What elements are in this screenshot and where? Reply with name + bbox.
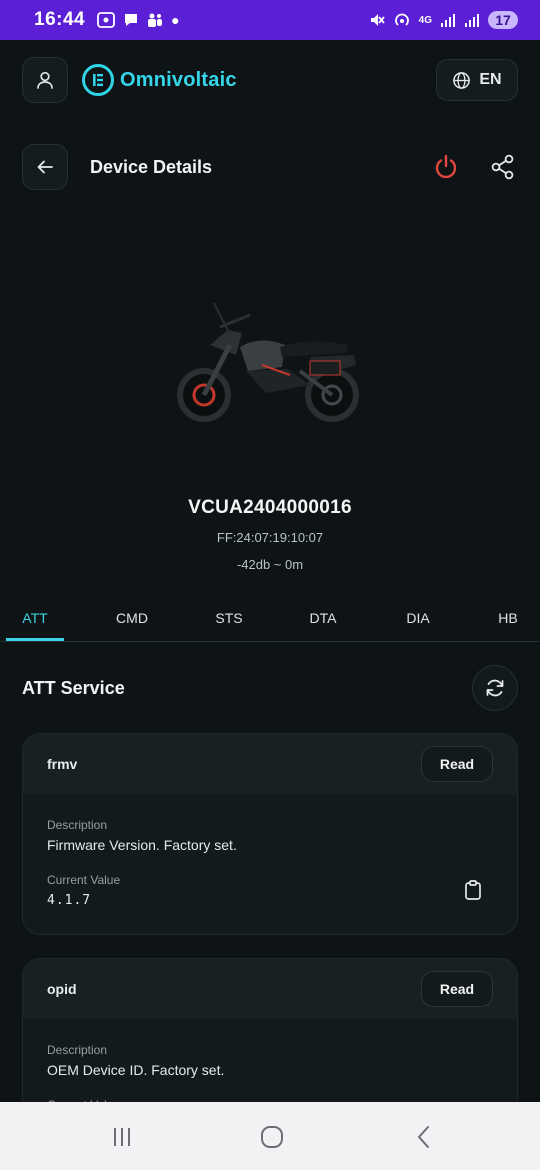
device-id: VCUA2404000016 [188, 497, 352, 518]
status-time: 16:44 [34, 9, 86, 30]
description-label: Description [47, 1043, 108, 1057]
status-bar: 16:44 ● 4G 17 [0, 0, 540, 40]
read-button[interactable]: Read [421, 971, 493, 1007]
attribute-card-body: Description Firmware Version. Factory se… [23, 794, 517, 908]
language-selector[interactable]: EN [436, 59, 518, 101]
brand-name: Omnivoltaic [120, 68, 237, 91]
home-icon [261, 1126, 283, 1148]
attribute-name: frmv [47, 756, 78, 772]
screenshot-icon [97, 12, 116, 28]
back-button[interactable] [22, 144, 68, 190]
chevron-left-icon [418, 1126, 429, 1148]
signal-icon-2 [465, 14, 479, 27]
attribute-card-header: opid Read [23, 959, 517, 1019]
tab-sts[interactable]: STS [199, 596, 259, 640]
tab-cmd[interactable]: CMD [102, 596, 162, 640]
network-type: 4G [418, 14, 432, 26]
teams-icon [148, 13, 163, 27]
share-icon[interactable] [490, 154, 516, 180]
description-text: Firmware Version. Factory set. [47, 837, 237, 853]
person-icon [37, 71, 53, 89]
brand-logo: Omnivoltaic [82, 64, 237, 96]
current-value: 4.1.7 [47, 893, 92, 908]
current-value-label: Current Value [47, 873, 121, 887]
attribute-card-header: frmv Read [23, 734, 517, 794]
back-nav-button[interactable] [404, 1122, 444, 1152]
page-header: Device Details [0, 143, 540, 191]
notification-icons: ● [97, 12, 180, 28]
refresh-icon [486, 679, 504, 697]
power-icon[interactable] [432, 153, 460, 181]
chat-icon [125, 14, 138, 26]
more-dot-icon: ● [171, 12, 180, 28]
system-navigation-bar [0, 1102, 540, 1170]
tab-dia[interactable]: DIA [388, 596, 448, 640]
description-text: OEM Device ID. Factory set. [47, 1062, 225, 1078]
recent-apps-button[interactable] [102, 1122, 142, 1152]
service-title: ATT Service [22, 677, 125, 698]
device-signal-distance: -42db ~ 0m [236, 557, 304, 572]
logo-mark-icon [82, 64, 114, 96]
description-label: Description [47, 818, 108, 832]
arrow-left-icon [37, 160, 53, 174]
page-title: Device Details [90, 156, 213, 177]
clipboard-icon[interactable] [463, 879, 483, 901]
service-header: ATT Service [22, 664, 518, 712]
active-tab-indicator [6, 638, 64, 641]
app-bar: Omnivoltaic EN [0, 40, 540, 120]
vehicle-image [170, 285, 380, 435]
recent-apps-icon [114, 1128, 130, 1146]
system-icons: 4G 17 [369, 11, 518, 29]
home-button[interactable] [252, 1122, 292, 1152]
language-label: EN [479, 71, 502, 88]
attribute-name: opid [47, 981, 77, 997]
mute-icon [370, 14, 385, 26]
attribute-card-frmv: frmv Read Description Firmware Version. … [22, 733, 518, 935]
attribute-card-body: Description OEM Device ID. Factory set. … [23, 1019, 517, 1112]
tab-hb[interactable]: HB [478, 596, 538, 640]
signal-icon-1 [441, 14, 455, 27]
hotspot-icon [394, 13, 409, 26]
service-tabs: ATT CMD STS DTA DIA HB [0, 596, 540, 642]
profile-button[interactable] [22, 57, 68, 103]
globe-icon [453, 71, 471, 89]
tab-dta[interactable]: DTA [293, 596, 353, 640]
tab-att[interactable]: ATT [6, 596, 64, 640]
device-mac-address: FF:24:07:19:10:07 [216, 530, 324, 545]
read-button[interactable]: Read [421, 746, 493, 782]
refresh-button[interactable] [472, 665, 518, 711]
battery-indicator: 17 [488, 11, 518, 29]
